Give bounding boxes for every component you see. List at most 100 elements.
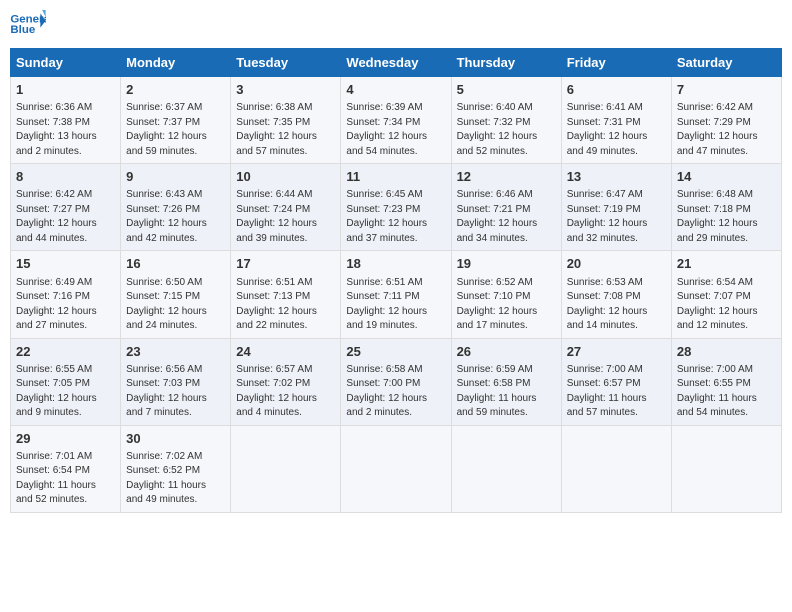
calendar-week-row: 22Sunrise: 6:55 AMSunset: 7:05 PMDayligh… <box>11 338 782 425</box>
day-number: 19 <box>457 255 556 273</box>
day-of-week-header: Sunday <box>11 49 121 77</box>
day-number: 8 <box>16 168 115 186</box>
day-info: Sunrise: 6:52 AMSunset: 7:10 PMDaylight:… <box>457 276 556 334</box>
day-number: 30 <box>126 430 225 448</box>
day-info: Sunrise: 6:53 AMSunset: 7:08 PMDaylight:… <box>567 276 666 334</box>
day-of-week-header: Saturday <box>671 49 781 77</box>
day-info: Sunrise: 7:00 AMSunset: 6:57 PMDaylight:… <box>567 363 666 421</box>
calendar-day-cell: 15Sunrise: 6:49 AMSunset: 7:16 PMDayligh… <box>11 251 121 338</box>
calendar-day-cell: 6Sunrise: 6:41 AMSunset: 7:31 PMDaylight… <box>561 77 671 164</box>
day-info: Sunrise: 6:44 AMSunset: 7:24 PMDaylight:… <box>236 188 335 246</box>
day-of-week-header: Thursday <box>451 49 561 77</box>
calendar-day-cell: 17 Sunrise: 6:51 AMSunset: 7:13 PMDayligh… <box>231 251 341 338</box>
calendar-day-cell: 4Sunrise: 6:39 AMSunset: 7:34 PMDaylight… <box>341 77 451 164</box>
day-number: 21 <box>677 255 776 273</box>
day-info: Sunrise: 6:45 AMSunset: 7:23 PMDaylight:… <box>346 188 445 246</box>
logo-icon: General Blue <box>10 10 46 40</box>
day-info: Sunrise: 6:46 AMSunset: 7:21 PMDaylight:… <box>457 188 556 246</box>
day-number: 20 <box>567 255 666 273</box>
calendar-day-cell <box>561 425 671 512</box>
day-number: 1 <box>16 81 115 99</box>
calendar-day-cell: 16 Sunrise: 6:50 AMSunset: 7:15 PMDayligh… <box>121 251 231 338</box>
day-number: 28 <box>677 343 776 361</box>
calendar-day-cell: 19 Sunrise: 6:52 AMSunset: 7:10 PMDayligh… <box>451 251 561 338</box>
calendar-day-cell: 28 Sunrise: 7:00 AMSunset: 6:55 PMDayligh… <box>671 338 781 425</box>
day-number: 7 <box>677 81 776 99</box>
calendar-day-cell: 13 Sunrise: 6:47 AMSunset: 7:19 PMDayligh… <box>561 164 671 251</box>
calendar-day-cell: 14Sunrise: 6:48 AMSunset: 7:18 PMDayligh… <box>671 164 781 251</box>
day-info: Sunrise: 6:39 AMSunset: 7:34 PMDaylight:… <box>346 101 445 159</box>
day-number: 27 <box>567 343 666 361</box>
day-number: 16 <box>126 255 225 273</box>
day-info: Sunrise: 6:38 AMSunset: 7:35 PMDaylight:… <box>236 101 335 159</box>
day-info: Sunrise: 6:49 AMSunset: 7:16 PMDaylight:… <box>16 276 115 334</box>
day-number: 13 <box>567 168 666 186</box>
calendar-day-cell <box>231 425 341 512</box>
calendar-day-cell <box>451 425 561 512</box>
calendar-day-cell: 22Sunrise: 6:55 AMSunset: 7:05 PMDayligh… <box>11 338 121 425</box>
calendar-day-cell: 11 Sunrise: 6:45 AMSunset: 7:23 PMDayligh… <box>341 164 451 251</box>
calendar-day-cell: 2Sunrise: 6:37 AMSunset: 7:37 PMDaylight… <box>121 77 231 164</box>
day-info: Sunrise: 7:00 AMSunset: 6:55 PMDaylight:… <box>677 363 776 421</box>
calendar-header-row: SundayMondayTuesdayWednesdayThursdayFrid… <box>11 49 782 77</box>
day-info: Sunrise: 6:36 AMSunset: 7:38 PMDaylight:… <box>16 101 115 159</box>
calendar-week-row: 1 Sunrise: 6:36 AMSunset: 7:38 PMDaylight… <box>11 77 782 164</box>
svg-text:Blue: Blue <box>10 24 35 36</box>
day-number: 25 <box>346 343 445 361</box>
calendar-day-cell: 1 Sunrise: 6:36 AMSunset: 7:38 PMDaylight… <box>11 77 121 164</box>
day-info: Sunrise: 6:42 AMSunset: 7:29 PMDaylight:… <box>677 101 776 159</box>
calendar-day-cell: 9Sunrise: 6:43 AMSunset: 7:26 PMDaylight… <box>121 164 231 251</box>
day-info: Sunrise: 6:51 AMSunset: 7:11 PMDaylight:… <box>346 276 445 334</box>
calendar-day-cell: 5 Sunrise: 6:40 AMSunset: 7:32 PMDaylight… <box>451 77 561 164</box>
day-info: Sunrise: 6:56 AMSunset: 7:03 PMDaylight:… <box>126 363 225 421</box>
calendar-day-cell: 21 Sunrise: 6:54 AMSunset: 7:07 PMDayligh… <box>671 251 781 338</box>
day-of-week-header: Wednesday <box>341 49 451 77</box>
day-of-week-header: Friday <box>561 49 671 77</box>
calendar-day-cell: 26 Sunrise: 6:59 AMSunset: 6:58 PMDayligh… <box>451 338 561 425</box>
day-info: Sunrise: 6:40 AMSunset: 7:32 PMDaylight:… <box>457 101 556 159</box>
day-of-week-header: Tuesday <box>231 49 341 77</box>
day-number: 5 <box>457 81 556 99</box>
calendar-day-cell <box>671 425 781 512</box>
day-info: Sunrise: 6:42 AMSunset: 7:27 PMDaylight:… <box>16 188 115 246</box>
calendar-day-cell: 29Sunrise: 7:01 AMSunset: 6:54 PMDayligh… <box>11 425 121 512</box>
calendar-day-cell: 24 Sunrise: 6:57 AMSunset: 7:02 PMDayligh… <box>231 338 341 425</box>
day-info: Sunrise: 6:51 AMSunset: 7:13 PMDaylight:… <box>236 276 335 334</box>
calendar-week-row: 29Sunrise: 7:01 AMSunset: 6:54 PMDayligh… <box>11 425 782 512</box>
calendar-day-cell: 23 Sunrise: 6:56 AMSunset: 7:03 PMDayligh… <box>121 338 231 425</box>
day-info: Sunrise: 6:41 AMSunset: 7:31 PMDaylight:… <box>567 101 666 159</box>
day-info: Sunrise: 6:47 AMSunset: 7:19 PMDaylight:… <box>567 188 666 246</box>
day-number: 11 <box>346 168 445 186</box>
day-info: Sunrise: 6:55 AMSunset: 7:05 PMDaylight:… <box>16 363 115 421</box>
day-number: 23 <box>126 343 225 361</box>
calendar-day-cell: 8 Sunrise: 6:42 AMSunset: 7:27 PMDaylight… <box>11 164 121 251</box>
calendar-day-cell: 27 Sunrise: 7:00 AMSunset: 6:57 PMDayligh… <box>561 338 671 425</box>
day-info: Sunrise: 6:43 AMSunset: 7:26 PMDaylight:… <box>126 188 225 246</box>
day-number: 17 <box>236 255 335 273</box>
day-info: Sunrise: 7:02 AMSunset: 6:52 PMDaylight:… <box>126 450 225 508</box>
day-number: 18 <box>346 255 445 273</box>
calendar-day-cell: 3 Sunrise: 6:38 AMSunset: 7:35 PMDaylight… <box>231 77 341 164</box>
day-number: 24 <box>236 343 335 361</box>
calendar-day-cell <box>341 425 451 512</box>
day-number: 12 <box>457 168 556 186</box>
calendar-table: SundayMondayTuesdayWednesdayThursdayFrid… <box>10 48 782 513</box>
calendar-day-cell: 12 Sunrise: 6:46 AMSunset: 7:21 PMDayligh… <box>451 164 561 251</box>
day-info: Sunrise: 6:57 AMSunset: 7:02 PMDaylight:… <box>236 363 335 421</box>
day-number: 14 <box>677 168 776 186</box>
calendar-day-cell: 10 Sunrise: 6:44 AMSunset: 7:24 PMDayligh… <box>231 164 341 251</box>
day-info: Sunrise: 7:01 AMSunset: 6:54 PMDaylight:… <box>16 450 115 508</box>
calendar-day-cell: 25Sunrise: 6:58 AMSunset: 7:00 PMDayligh… <box>341 338 451 425</box>
calendar-week-row: 8 Sunrise: 6:42 AMSunset: 7:27 PMDaylight… <box>11 164 782 251</box>
header: General Blue <box>10 10 782 40</box>
day-number: 26 <box>457 343 556 361</box>
calendar-day-cell: 18 Sunrise: 6:51 AMSunset: 7:11 PMDayligh… <box>341 251 451 338</box>
day-info: Sunrise: 6:54 AMSunset: 7:07 PMDaylight:… <box>677 276 776 334</box>
day-number: 2 <box>126 81 225 99</box>
day-number: 10 <box>236 168 335 186</box>
day-number: 3 <box>236 81 335 99</box>
calendar-day-cell: 30 Sunrise: 7:02 AMSunset: 6:52 PMDayligh… <box>121 425 231 512</box>
calendar-day-cell: 20 Sunrise: 6:53 AMSunset: 7:08 PMDayligh… <box>561 251 671 338</box>
day-info: Sunrise: 6:59 AMSunset: 6:58 PMDaylight:… <box>457 363 556 421</box>
day-info: Sunrise: 6:50 AMSunset: 7:15 PMDaylight:… <box>126 276 225 334</box>
